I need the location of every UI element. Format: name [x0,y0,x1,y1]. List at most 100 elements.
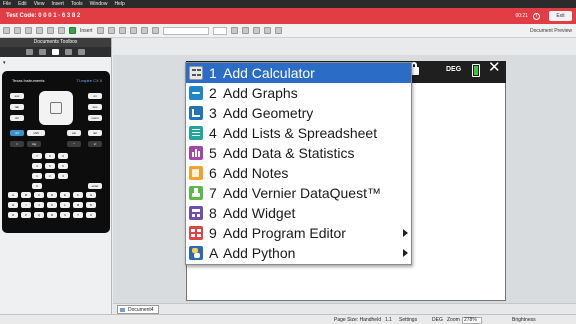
insert-button[interactable]: Insert [80,28,93,34]
menu-insert[interactable]: Insert [51,0,64,8]
subscript-icon[interactable] [263,27,271,34]
font-size-select[interactable] [212,26,227,35]
menu-item-add-widget[interactable]: 8 Add Widget [186,203,411,223]
fill-color-icon[interactable] [129,27,137,34]
bold-icon[interactable] [230,27,238,34]
escape-key[interactable]: esc [10,93,24,99]
key-T[interactable]: T [73,212,83,218]
trig-key[interactable]: trig [27,141,41,147]
key-L[interactable]: L [60,202,70,208]
menu-file[interactable]: File [3,0,11,8]
menu-item-add-lists-spreadsheet[interactable]: 4 Add Lists & Spreadsheet [186,123,411,143]
menu-tools[interactable]: Tools [71,0,83,8]
brightness-label[interactable]: Brightness [512,317,536,323]
key-U[interactable]: U [86,212,96,218]
key-3[interactable]: 3 [58,173,68,179]
key-B[interactable]: B [21,192,31,198]
line-color-icon[interactable] [140,27,148,34]
key-M[interactable]: M [73,202,83,208]
settings-link[interactable]: Settings [399,317,417,323]
key-2[interactable]: 2 [45,173,55,179]
square-key[interactable]: x² [88,141,102,147]
spreadsheet-icon [189,126,203,140]
insert-page-icon[interactable] [69,27,76,34]
shift-key[interactable]: shift [27,130,45,136]
ctrl-key[interactable]: ctrl [10,115,24,121]
save-icon[interactable] [25,27,32,34]
key-E[interactable]: E [60,192,70,198]
key-F[interactable]: F [73,192,83,198]
delete-key[interactable]: del [88,130,102,136]
new-document-icon[interactable] [3,27,10,34]
document-preview-select[interactable]: Document Preview [530,28,572,34]
key-O[interactable]: O [8,212,18,218]
key-I[interactable]: I [21,202,31,208]
copy-icon[interactable] [47,27,54,34]
page-sorter-tab-icon[interactable] [39,49,46,55]
content-tab-icon[interactable] [78,49,85,55]
tab-key[interactable]: tab [10,104,24,110]
menu-item-add-geometry[interactable]: 3 Add Geometry [186,103,411,123]
menu-item-add-data-statistics[interactable]: 5 Add Data & Statistics [186,143,411,163]
document-tab[interactable]: Document4 [117,305,159,314]
key-P[interactable]: P [21,212,31,218]
key-9[interactable]: 9 [58,153,68,159]
menu-help[interactable]: Help [114,0,124,8]
underline-icon[interactable] [252,27,260,34]
key-5[interactable]: 5 [45,163,55,169]
open-icon[interactable] [14,27,21,34]
menu-item-add-calculator[interactable]: 1 Add Calculator [186,63,411,83]
menu-item-add-notes[interactable]: 6 Add Notes [186,163,411,183]
on-key[interactable]: on [88,93,102,99]
undo-icon[interactable] [107,27,115,34]
cut-icon[interactable] [36,27,43,34]
italic-icon[interactable] [241,27,249,34]
key-K[interactable]: K [47,202,57,208]
menu-window[interactable]: Window [90,0,108,8]
key-8[interactable]: 8 [45,153,55,159]
key-1[interactable]: 1 [32,173,42,179]
page-size-label[interactable]: Page Size: Handheld [334,317,381,323]
superscript-icon[interactable] [274,27,282,34]
exit-button[interactable]: Exit [549,11,572,21]
key-A[interactable]: A [8,192,18,198]
key-G[interactable]: G [86,192,96,198]
touchpad-center[interactable] [50,102,62,114]
key-H[interactable]: H [8,202,18,208]
equals-key[interactable]: = [10,141,24,147]
menu-item-add-python[interactable]: A Add Python [186,243,411,263]
text-color-icon[interactable] [151,27,159,34]
menu-view[interactable]: View [34,0,45,8]
key-S[interactable]: S [60,212,70,218]
menu-item-add-graphs[interactable]: 2 Add Graphs [186,83,411,103]
tools-tab-icon[interactable] [26,49,33,55]
font-family-select[interactable] [162,26,209,35]
calculator-toolbar-icon[interactable] [96,27,104,34]
close-icon[interactable]: ✕ [488,60,501,75]
zoom-select[interactable]: 278% [462,317,482,324]
menu-key[interactable]: menu [88,115,102,121]
menu-edit[interactable]: Edit [18,0,27,8]
info-icon[interactable]: i [533,12,540,20]
doc-key[interactable]: doc [88,104,102,110]
key-7[interactable]: 7 [32,153,42,159]
key-6[interactable]: 6 [58,163,68,169]
var-key[interactable]: var [67,130,81,136]
key-4[interactable]: 4 [32,163,42,169]
ctrl-blue-key[interactable]: ctrl [10,130,24,136]
caret-key[interactable]: ^ [67,141,81,147]
key-Q[interactable]: Q [34,212,44,218]
touchpad[interactable] [39,91,73,125]
emulator-tab-icon[interactable] [52,49,59,55]
key-J[interactable]: J [34,202,44,208]
paste-icon[interactable] [58,27,65,34]
utilities-tab-icon[interactable] [65,49,72,55]
menu-item-add-program-editor[interactable]: 9 Add Program Editor [186,223,411,243]
key-R[interactable]: R [47,212,57,218]
menu-item-add-vernier-dataquest[interactable]: 7 Add Vernier DataQuest™ [186,183,411,203]
key-D[interactable]: D [47,192,57,198]
view-dropdown-icon[interactable]: ▾ [3,60,13,66]
redo-icon[interactable] [118,27,126,34]
key-N[interactable]: N [86,202,96,208]
key-C[interactable]: C [34,192,44,198]
